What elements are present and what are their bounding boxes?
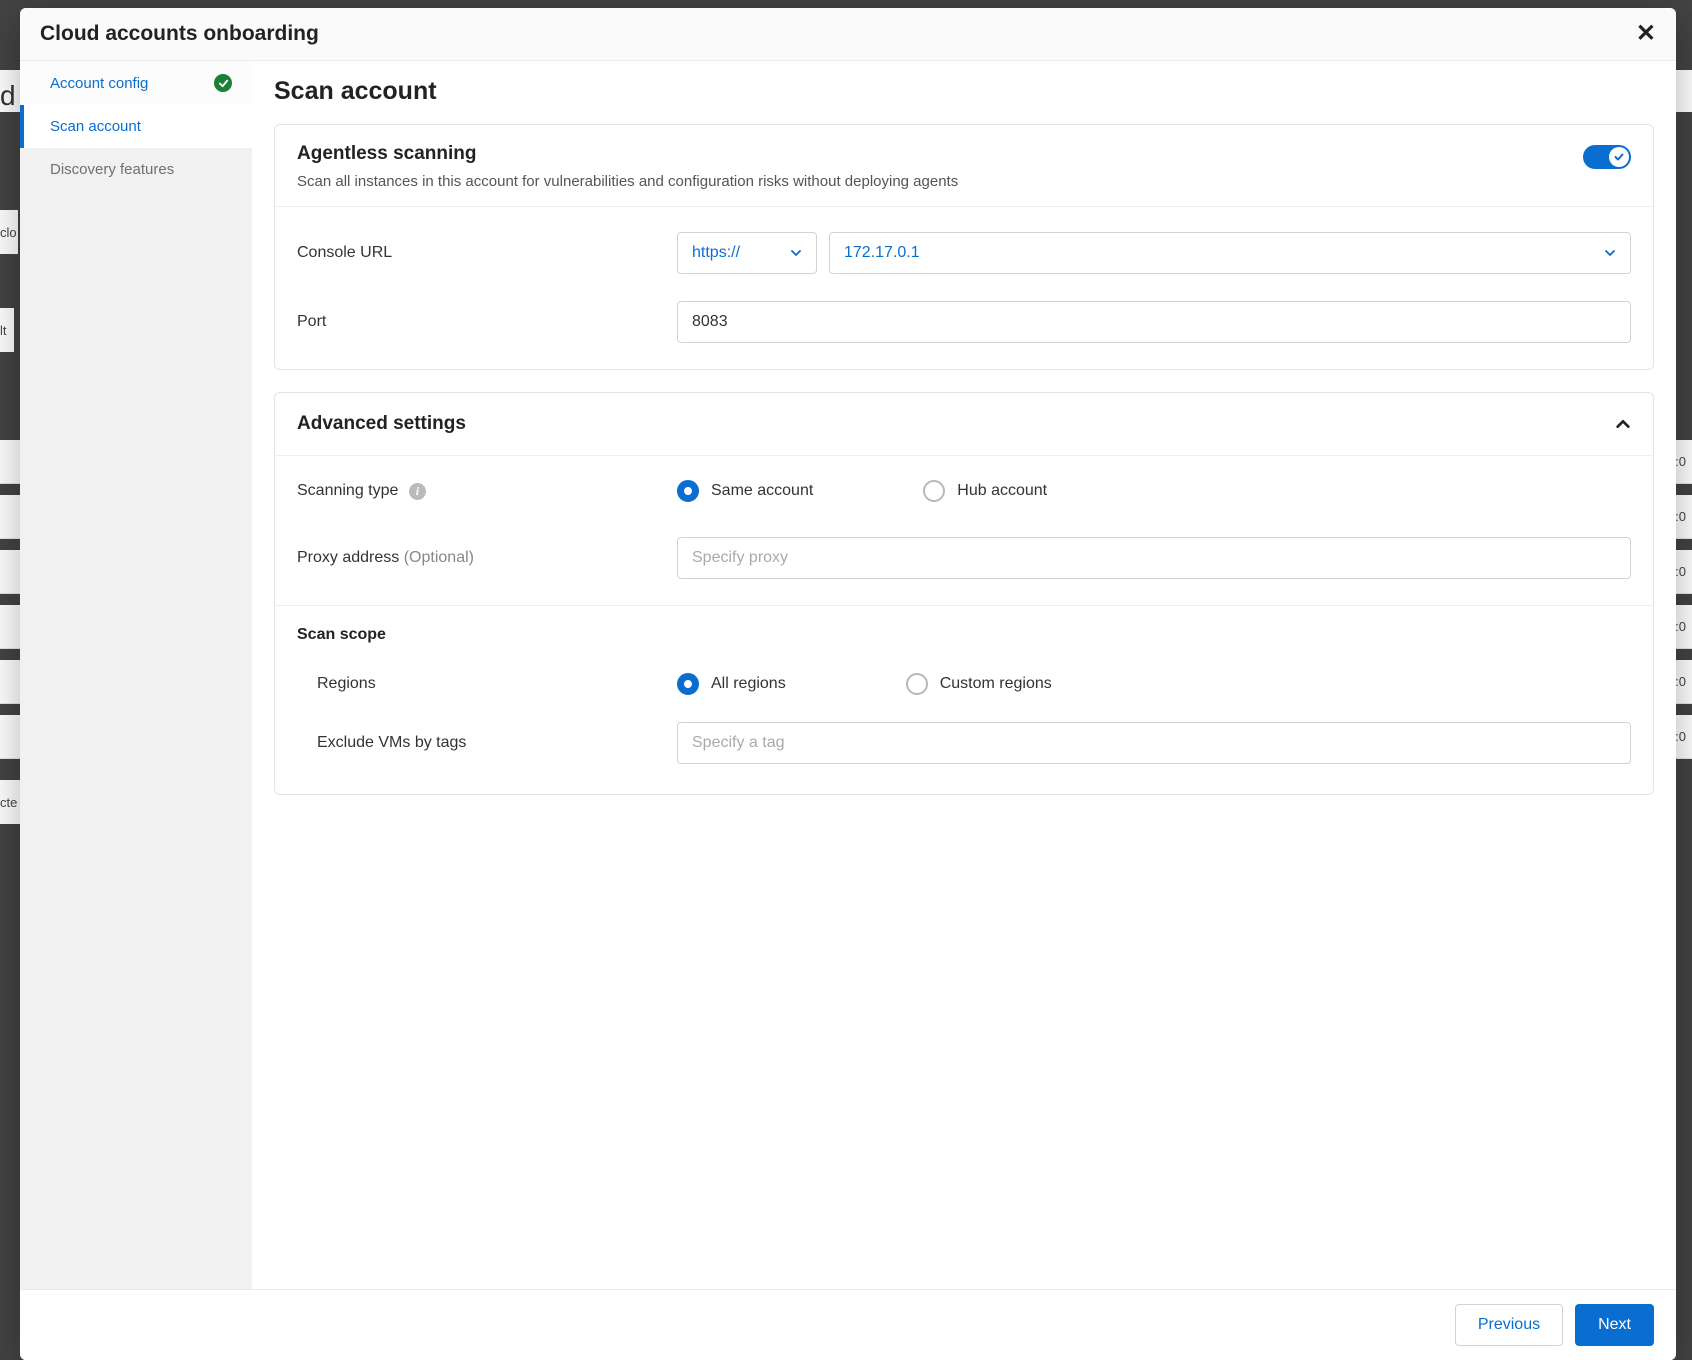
host-value: 172.17.0.1	[844, 244, 920, 262]
sidebar-item-label: Discovery features	[50, 161, 174, 178]
agentless-panel: Agentless scanning Scan all instances in…	[274, 124, 1654, 370]
proxy-label: Proxy address (Optional)	[297, 549, 677, 567]
radio-label: Hub account	[957, 482, 1047, 500]
agentless-header: Agentless scanning Scan all instances in…	[275, 125, 1653, 207]
sidebar-item-scan-account[interactable]: Scan account	[20, 105, 252, 148]
wizard-sidebar: Account config Scan account Discovery fe…	[20, 61, 252, 1289]
agentless-toggle[interactable]	[1583, 145, 1631, 169]
console-url-label: Console URL	[297, 244, 677, 262]
console-url-row: Console URL https:// 172.17.0.1	[275, 207, 1653, 290]
modal-dialog: Cloud accounts onboarding ✕ Account conf…	[20, 8, 1676, 1360]
agentless-header-text: Agentless scanning Scan all instances in…	[297, 143, 958, 192]
sidebar-item-label: Account config	[50, 75, 148, 92]
regions-radio-group: All regions Custom regions	[677, 673, 1631, 695]
content-area: Scan account Agentless scanning Scan all…	[252, 61, 1676, 1289]
radio-custom-regions[interactable]: Custom regions	[906, 673, 1052, 695]
advanced-header[interactable]: Advanced settings	[275, 393, 1653, 455]
bg-text: clo	[0, 210, 18, 254]
chevron-down-icon	[790, 247, 802, 259]
port-label: Port	[297, 313, 677, 331]
proxy-input[interactable]	[677, 537, 1631, 579]
agentless-desc: Scan all instances in this account for v…	[297, 171, 958, 192]
radio-all-regions[interactable]: All regions	[677, 673, 786, 695]
scanning-type-radio-group: Same account Hub account	[677, 480, 1631, 502]
scanning-type-row: Scanning type i Same account Hub account	[275, 455, 1653, 526]
scan-scope-title: Scan scope	[275, 605, 1653, 648]
regions-row: Regions All regions Custom regions	[275, 648, 1653, 711]
radio-label: Same account	[711, 482, 813, 500]
port-row: Port	[275, 290, 1653, 369]
radio-hub-account[interactable]: Hub account	[923, 480, 1047, 502]
bg-text: lt	[0, 308, 14, 352]
chevron-down-icon	[1604, 247, 1616, 259]
proxy-row: Proxy address (Optional)	[275, 526, 1653, 605]
radio-dot-checked	[677, 673, 699, 695]
advanced-panel: Advanced settings Scanning type i Same a…	[274, 392, 1654, 795]
radio-label: All regions	[711, 675, 786, 693]
modal-title: Cloud accounts onboarding	[40, 22, 319, 46]
modal-footer: Previous Next	[20, 1289, 1676, 1360]
bg-text: cte	[0, 780, 20, 824]
scanning-type-label: Scanning type i	[297, 482, 677, 500]
protocol-select[interactable]: https://	[677, 232, 817, 274]
regions-label: Regions	[297, 675, 677, 693]
modal-backdrop: d clo lt 4:0 4:0 4:0 4:0 4:0 4:0 cte Clo…	[0, 0, 1692, 1360]
advanced-title: Advanced settings	[297, 413, 466, 435]
exclude-tags-row: Exclude VMs by tags	[275, 711, 1653, 794]
modal-body: Account config Scan account Discovery fe…	[20, 61, 1676, 1289]
next-button[interactable]: Next	[1575, 1304, 1654, 1346]
radio-dot-checked	[677, 480, 699, 502]
sidebar-item-label: Scan account	[50, 118, 141, 135]
page-title: Scan account	[274, 77, 1654, 106]
radio-dot	[906, 673, 928, 695]
info-icon[interactable]: i	[409, 483, 426, 500]
radio-label: Custom regions	[940, 675, 1052, 693]
modal-header: Cloud accounts onboarding ✕	[20, 8, 1676, 61]
sidebar-item-account-config[interactable]: Account config	[20, 61, 252, 105]
radio-dot	[923, 480, 945, 502]
exclude-tags-input[interactable]	[677, 722, 1631, 764]
exclude-label: Exclude VMs by tags	[297, 734, 677, 752]
previous-button[interactable]: Previous	[1455, 1304, 1563, 1346]
check-icon	[214, 74, 232, 92]
agentless-title: Agentless scanning	[297, 143, 958, 165]
host-select[interactable]: 172.17.0.1	[829, 232, 1631, 274]
close-icon[interactable]: ✕	[1636, 22, 1656, 46]
radio-same-account[interactable]: Same account	[677, 480, 813, 502]
chevron-up-icon	[1615, 416, 1631, 432]
protocol-value: https://	[692, 244, 740, 262]
sidebar-item-discovery-features: Discovery features	[20, 148, 252, 191]
console-url-inputs: https:// 172.17.0.1	[677, 232, 1631, 274]
port-input[interactable]	[677, 301, 1631, 343]
